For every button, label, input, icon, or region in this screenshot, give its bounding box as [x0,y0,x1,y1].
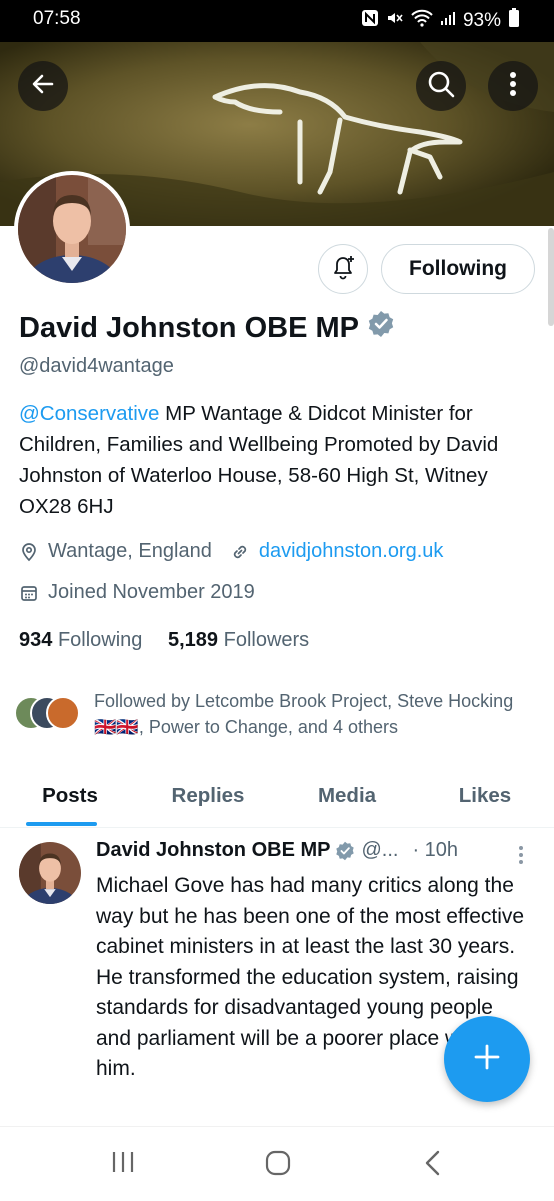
post-handle: @... [361,839,399,861]
status-bar: 07:58 93% [0,0,554,42]
following-count-link[interactable]: 934 Following [19,629,142,651]
profile-avatar[interactable] [14,171,130,287]
profile-meta-row: Wantage, England davidjohnston.org.uk [19,540,443,563]
followed-by-section[interactable]: Followed by Letcombe Brook Project, Stev… [14,688,534,748]
nfc-icon [361,9,379,33]
back-button[interactable] [18,61,68,111]
post-time: · 10h [412,839,459,861]
profile-bio: @Conservative MP Wantage & Didcot Minist… [19,398,534,522]
tab-replies[interactable]: Replies [138,764,278,827]
followed-by-text: Followed by Letcombe Brook Project, Stev… [94,691,514,737]
post-header: David Johnston OBE MP @... · 10h [96,839,458,862]
post-avatar-image [19,842,81,904]
followers-count-link[interactable]: 5,189 Followers [168,629,309,651]
profile-name: David Johnston OBE MP [19,311,359,344]
profile-tabs: Posts Replies Media Likes [0,764,554,828]
home-icon[interactable] [264,1149,292,1182]
post-more-button[interactable] [518,845,524,870]
follow-counts: 934 Following 5,189 Followers [19,629,309,652]
wifi-icon [411,9,433,33]
system-nav-bar [0,1126,554,1201]
avatar-image [18,175,126,283]
profile-joined: Joined November 2019 [48,581,255,603]
battery-percent: 93% [462,10,501,31]
scrollbar[interactable] [548,228,554,326]
battery-icon [508,8,520,34]
plus-icon [473,1043,501,1076]
profile-handle: @david4wantage [19,355,174,377]
search-icon [427,70,455,103]
following-label: Following [57,629,143,651]
status-icons: 93% [361,8,520,34]
verified-badge-icon [335,841,355,861]
profile-location: Wantage, England [48,540,212,562]
profile-name-row: David Johnston OBE MP [19,310,395,346]
following-button[interactable]: Following [381,244,535,294]
arrow-left-icon [30,71,56,102]
followers-label: Followers [223,629,310,651]
profile-joined-row: Joined November 2019 [19,581,255,604]
more-options-button[interactable] [488,61,538,111]
calendar-icon [19,583,39,603]
vertical-dots-icon [518,846,524,869]
status-time: 07:58 [33,8,81,29]
location-pin-icon [19,542,39,562]
link-icon [230,542,250,562]
followers-count: 5,189 [167,629,219,651]
post-avatar[interactable] [19,842,81,904]
bio-mention-link[interactable]: @Conservative [19,402,159,425]
verified-badge-icon[interactable] [367,310,395,346]
mute-icon [386,9,404,33]
bell-plus-icon [329,253,357,286]
notify-button[interactable] [318,244,368,294]
profile-website-link[interactable]: davidjohnston.org.uk [259,540,444,563]
tab-likes[interactable]: Likes [415,764,554,827]
active-tab-indicator [26,822,97,826]
recent-apps-icon[interactable] [110,1149,136,1180]
tab-media[interactable]: Media [277,764,417,827]
following-count: 934 [19,629,53,651]
signal-icon [440,10,456,32]
post-author[interactable]: David Johnston OBE MP [96,839,330,862]
tab-posts[interactable]: Posts [0,764,140,827]
follower-avatar [46,696,80,730]
back-icon[interactable] [422,1149,444,1182]
compose-post-button[interactable] [444,1016,530,1102]
vertical-dots-icon [509,71,517,102]
search-button[interactable] [416,61,466,111]
